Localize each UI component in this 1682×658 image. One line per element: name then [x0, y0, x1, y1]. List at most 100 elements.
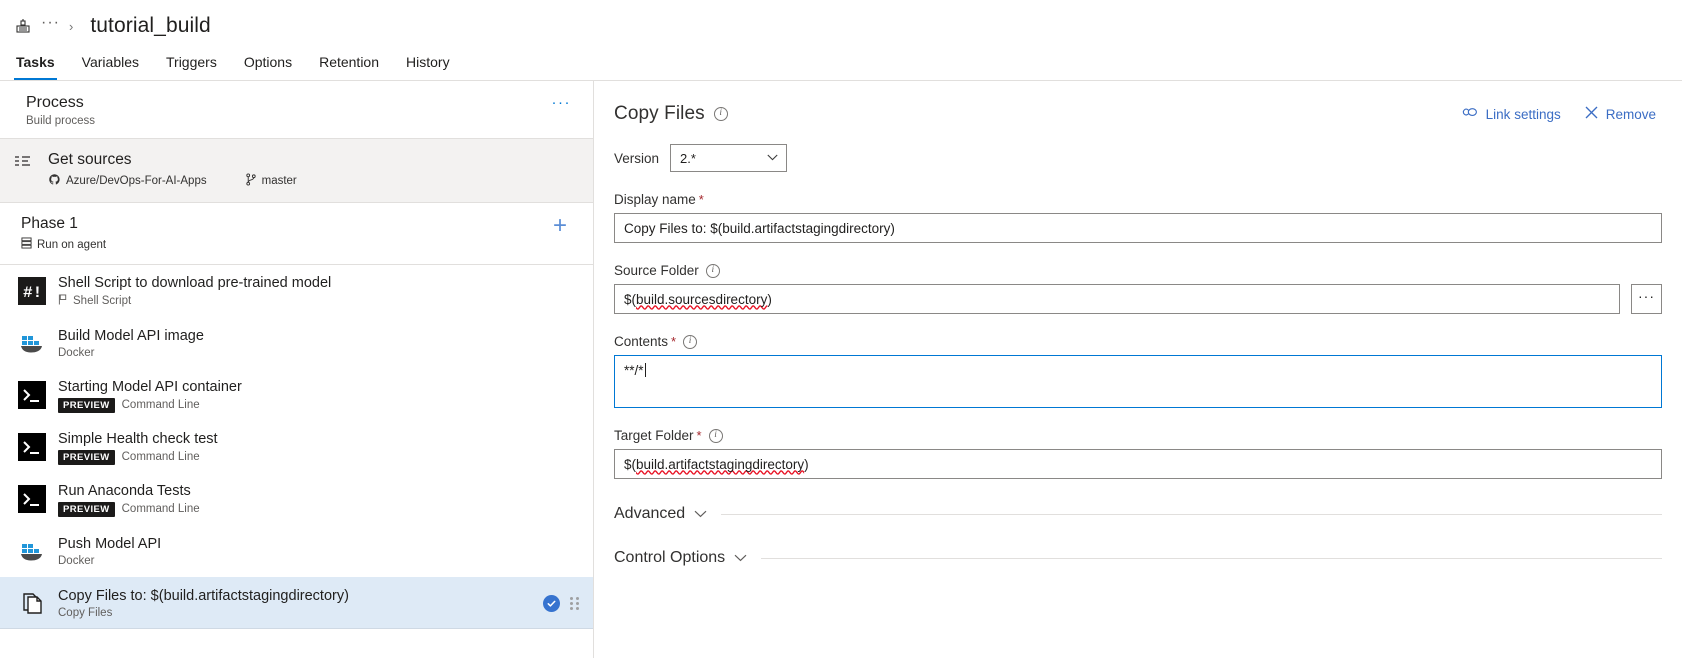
task-name: Build Model API image [58, 328, 204, 344]
contents-label: Contents [614, 334, 669, 349]
task-enabled-check-icon[interactable] [543, 594, 560, 612]
display-name-input[interactable] [614, 213, 1662, 243]
tab-variables[interactable]: Variables [80, 50, 141, 80]
contents-textarea[interactable]: **/* [614, 355, 1662, 408]
version-select[interactable]: 2.* [670, 144, 788, 172]
tab-bar: Tasks Variables Triggers Options Retenti… [0, 50, 1682, 80]
task-type: Copy Files [58, 607, 112, 619]
detail-title: Copy Files [614, 103, 705, 124]
remove-button[interactable]: Remove [1585, 106, 1656, 122]
detail-title-group: Copy Files i [614, 103, 728, 125]
task-text: Copy Files to: $(build.artifactstagingdi… [58, 587, 531, 619]
preview-badge: PREVIEW [58, 397, 115, 413]
info-icon[interactable]: i [708, 428, 723, 443]
required-marker: * [671, 334, 677, 349]
task-row[interactable]: Run Anaconda Tests PREVIEW Command Line [0, 473, 593, 525]
task-row[interactable]: Starting Model API container PREVIEW Com… [0, 369, 593, 421]
link-settings-label: Link settings [1485, 106, 1561, 122]
command-line-icon [18, 433, 46, 461]
agent-icon [21, 237, 32, 252]
command-line-icon [18, 381, 46, 409]
page-header: ··· › tutorial_build Tasks Variables Tri… [0, 0, 1682, 81]
copy-files-icon [18, 589, 46, 617]
chevron-down-icon [694, 505, 707, 523]
close-icon [1585, 106, 1598, 122]
task-text: Shell Script to download pre-trained mod… [58, 274, 579, 308]
control-options-label-group: Control Options [614, 549, 747, 567]
info-icon[interactable]: i [713, 107, 728, 121]
control-options-label: Control Options [614, 549, 726, 566]
control-options-section-toggle[interactable]: Control Options [614, 549, 1662, 567]
tab-retention[interactable]: Retention [317, 50, 381, 80]
task-list: #! Shell Script to download pre-trained … [0, 265, 593, 629]
source-folder-field: Source Folder i $(build.sourcesdirectory… [614, 263, 1662, 314]
section-divider [761, 557, 1662, 559]
advanced-label: Advanced [614, 505, 686, 522]
task-type-label: Docker [58, 347, 95, 359]
breadcrumb: ··· › tutorial_build [0, 8, 1682, 44]
section-divider [721, 513, 1662, 515]
breadcrumb-overflow-button[interactable]: ··· [41, 15, 60, 34]
docker-icon [18, 537, 46, 565]
phase-row[interactable]: Phase 1 Run on agent + [0, 203, 593, 265]
version-row: Version 2.* [614, 144, 1662, 172]
contents-field: Contents * i **/* [614, 334, 1662, 408]
tab-history[interactable]: History [404, 50, 452, 80]
required-marker: * [698, 192, 704, 207]
repository-info: Azure/DevOps-For-AI-Apps [48, 173, 207, 189]
task-type: Command Line [122, 451, 200, 463]
contents-label-row: Contents * i [614, 334, 1662, 349]
phase-title: Phase 1 [21, 215, 78, 232]
tab-tasks[interactable]: Tasks [14, 50, 57, 80]
detail-header: Copy Files i Link settings Remove [614, 103, 1662, 125]
branch-icon [245, 173, 257, 189]
pipeline-icon [14, 17, 32, 35]
target-folder-value: build.artifactstagingdirectory [636, 456, 805, 472]
task-type: Command Line [122, 503, 200, 515]
add-task-button[interactable]: + [549, 214, 571, 238]
target-folder-label-row: Target Folder * i [614, 428, 1662, 443]
task-row-selected[interactable]: Copy Files to: $(build.artifactstagingdi… [0, 577, 593, 629]
task-type-label: Command Line [121, 451, 200, 463]
info-icon[interactable]: i [705, 263, 720, 278]
advanced-section-toggle[interactable]: Advanced [614, 505, 1662, 523]
chevron-down-icon [767, 152, 778, 164]
task-row[interactable]: Build Model API image Docker [0, 317, 593, 369]
script-flag-icon [58, 294, 68, 308]
task-text: Push Model API Docker [58, 535, 579, 567]
task-row[interactable]: Simple Health check test PREVIEW Command… [0, 421, 593, 473]
advanced-label-group: Advanced [614, 505, 707, 523]
task-type-label: Command Line [121, 399, 200, 411]
process-menu-button[interactable]: ··· [548, 93, 576, 117]
info-icon[interactable]: i [683, 334, 698, 349]
tab-triggers[interactable]: Triggers [164, 50, 219, 80]
remove-label: Remove [1605, 106, 1656, 122]
task-type-label: Shell Script [73, 295, 132, 307]
task-type-label: Docker [58, 555, 95, 567]
tab-options[interactable]: Options [242, 50, 294, 80]
link-settings-button[interactable]: Link settings [1462, 106, 1561, 123]
source-folder-input[interactable]: $(build.sourcesdirectory) [614, 284, 1620, 314]
task-drag-handle[interactable] [570, 596, 579, 610]
target-folder-label: Target Folder [614, 428, 694, 443]
svg-text:#!: #! [23, 284, 42, 302]
task-row[interactable]: #! Shell Script to download pre-trained … [0, 265, 593, 317]
task-type: Docker [58, 555, 94, 567]
get-sources-row[interactable]: Get sources Azure/DevOps-For-AI-Apps mas… [0, 139, 593, 203]
target-folder-field: Target Folder * i $(build.artifactstagin… [614, 428, 1662, 479]
contents-value: **/* [624, 363, 644, 378]
task-type: Command Line [122, 399, 200, 411]
source-folder-label: Source Folder [614, 263, 699, 278]
breadcrumb-chevron-icon: › [68, 18, 74, 34]
link-icon [1462, 106, 1478, 123]
task-text: Build Model API image Docker [58, 327, 579, 359]
task-name: Starting Model API container [58, 378, 242, 395]
task-type: Shell Script [58, 294, 131, 308]
display-name-label-row: Display name * [614, 192, 1662, 207]
task-row[interactable]: Push Model API Docker [0, 525, 593, 577]
github-icon [48, 173, 61, 189]
source-folder-browse-button[interactable]: ··· [1631, 284, 1662, 314]
process-row[interactable]: Process Build process ··· [0, 81, 593, 139]
task-name: Shell Script to download pre-trained mod… [58, 275, 332, 291]
target-folder-input[interactable]: $(build.artifactstagingdirectory) [614, 449, 1662, 479]
